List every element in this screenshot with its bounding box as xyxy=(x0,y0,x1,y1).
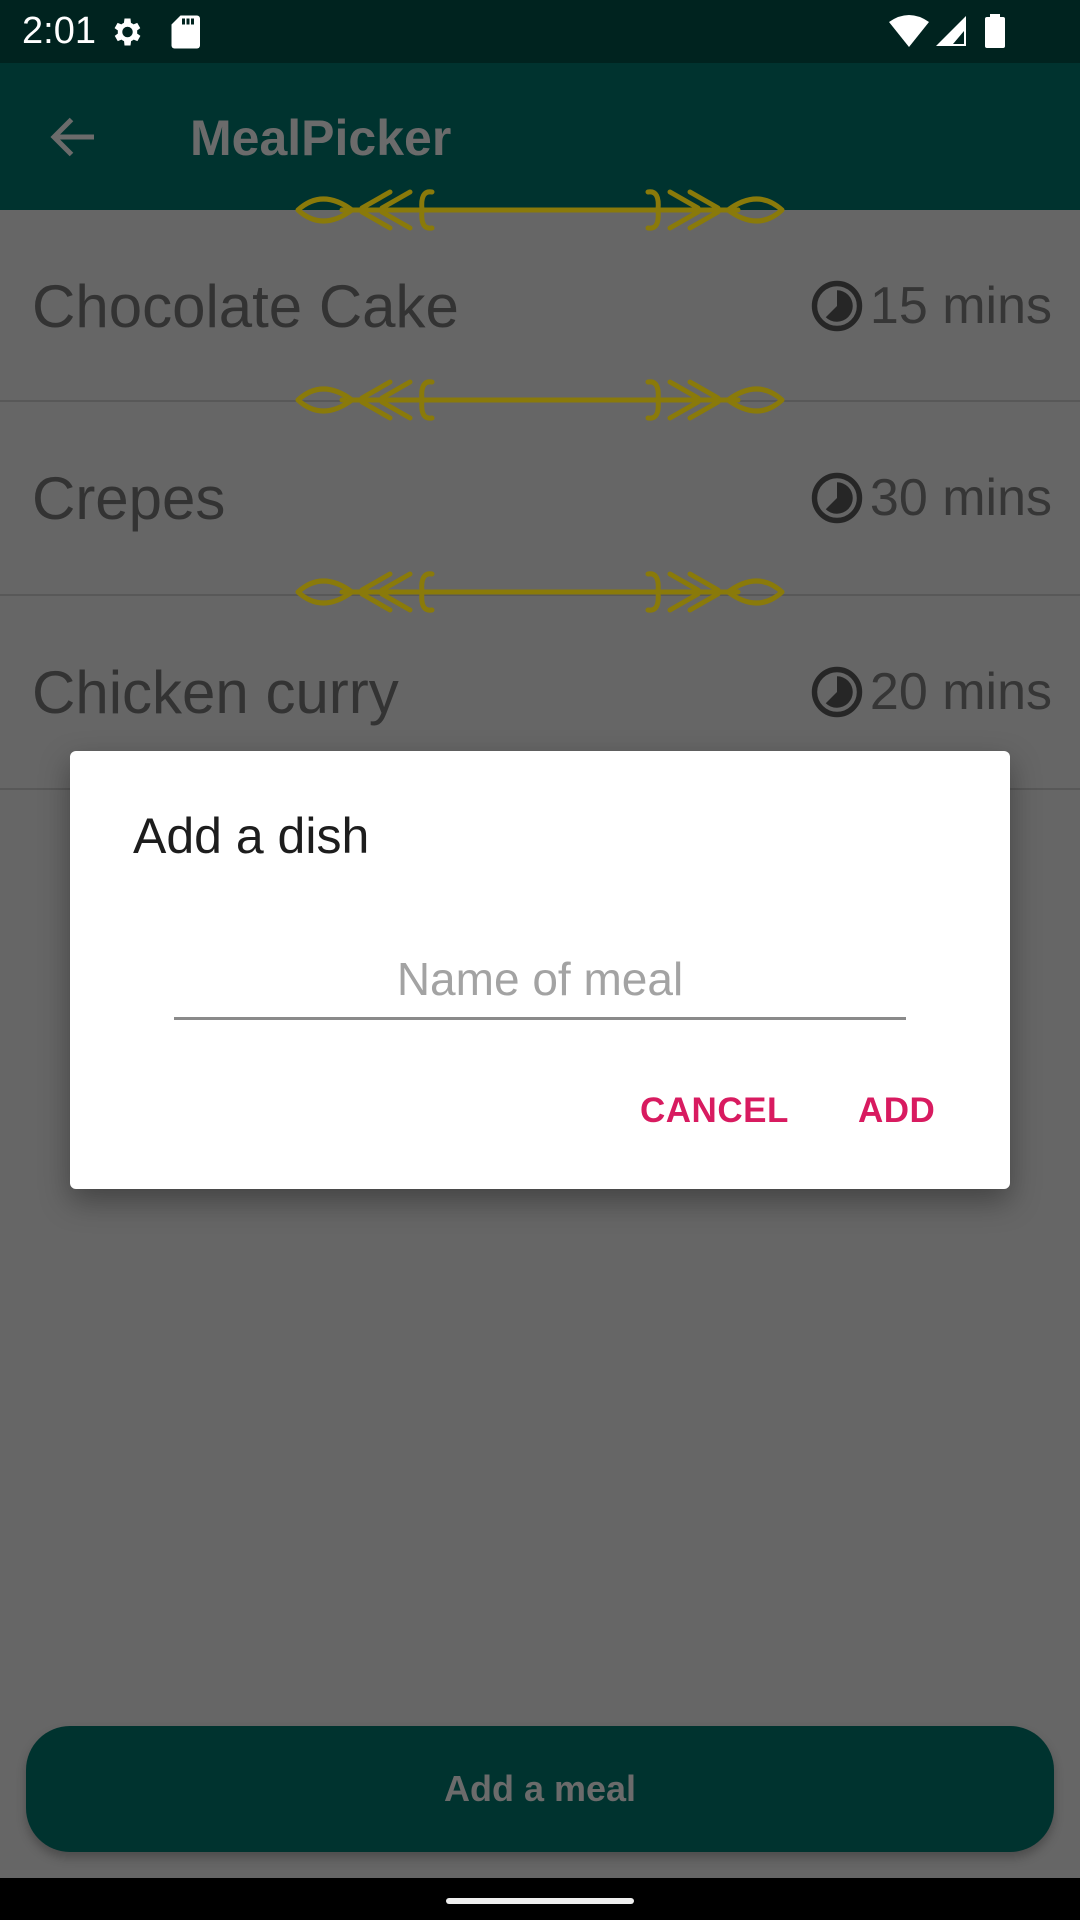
app-title: MealPicker xyxy=(190,110,452,166)
ornament-divider-icon xyxy=(295,571,785,613)
meal-name: Crepes xyxy=(32,465,226,532)
gear-icon xyxy=(114,18,141,46)
timer-icon xyxy=(811,472,863,524)
navigation-bar xyxy=(0,1878,1080,1920)
meal-time-text: 15 mins xyxy=(869,277,1052,335)
wifi-icon xyxy=(889,15,929,47)
meal-time-text: 30 mins xyxy=(869,469,1052,527)
sd-card-icon xyxy=(171,15,200,49)
add-meal-button[interactable]: Add a meal xyxy=(26,1726,1054,1852)
battery-icon xyxy=(985,14,1005,48)
meal-time: 15 mins xyxy=(810,276,1052,336)
meal-time-text: 20 mins xyxy=(869,663,1052,721)
meal-name: Chicken curry xyxy=(32,659,399,726)
add-button[interactable]: ADD xyxy=(858,1091,935,1131)
meal-name: Chocolate Cake xyxy=(32,273,459,340)
ornament-divider-icon xyxy=(295,189,785,231)
meal-name-input[interactable] xyxy=(174,949,906,1020)
home-handle[interactable] xyxy=(446,1898,634,1904)
add-dish-dialog: Add a dish CANCEL ADD xyxy=(70,751,1010,1189)
arrow-left-icon[interactable] xyxy=(44,107,104,167)
status-bar: 2:01 xyxy=(0,0,1080,63)
status-time: 2:01 xyxy=(22,10,96,52)
timer-icon xyxy=(811,280,863,332)
cancel-button[interactable]: CANCEL xyxy=(640,1091,789,1131)
meal-time: 20 mins xyxy=(810,662,1052,722)
dialog-title: Add a dish xyxy=(133,808,370,864)
meal-list: Chocolate Cake 15 mins Crepes 30 mins Ch… xyxy=(0,210,1080,790)
ornament-divider-icon xyxy=(295,379,785,421)
timer-icon xyxy=(811,666,863,718)
cell-signal-icon xyxy=(936,16,966,46)
meal-time: 30 mins xyxy=(810,468,1052,528)
